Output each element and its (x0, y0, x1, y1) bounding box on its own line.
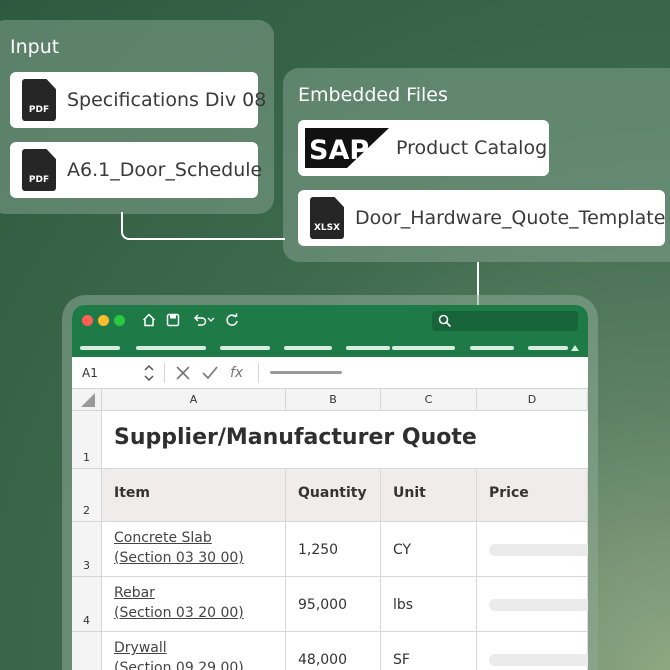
file-card-product-catalog[interactable]: SAP Product Catalog (298, 120, 549, 176)
ribbon-tab[interactable] (136, 346, 206, 350)
name-box[interactable]: A1 (82, 366, 98, 380)
select-all-icon (80, 392, 95, 407)
item-link[interactable]: Drywall (Section 09 29 00) (114, 638, 244, 670)
file-name: Door_Hardware_Quote_Template (355, 207, 666, 229)
column-header-a[interactable]: A (102, 389, 286, 411)
minimize-window-button[interactable] (98, 315, 109, 326)
file-card-specifications[interactable]: PDF Specifications Div 08 (10, 72, 266, 128)
save-icon[interactable] (166, 313, 180, 327)
price-placeholder (489, 654, 588, 666)
quantity-cell[interactable]: 48,000 (286, 632, 381, 670)
svg-text:SAP: SAP (309, 135, 369, 166)
header-cell-unit[interactable]: Unit (381, 469, 477, 522)
file-name: A6.1_Door_Schedule (67, 159, 263, 181)
search-input[interactable] (432, 311, 578, 331)
confirm-formula-icon[interactable] (202, 366, 218, 380)
item-link[interactable]: Concrete Slab (Section 03 30 00) (114, 528, 244, 568)
ribbon-tab[interactable] (470, 346, 514, 350)
divider (164, 363, 165, 383)
column-header-b[interactable]: B (286, 389, 381, 411)
sheet-title-cell[interactable]: Supplier/Manufacturer Quote (102, 411, 588, 469)
row-header-2[interactable]: 2 (72, 469, 102, 522)
collapse-ribbon-icon[interactable] (571, 345, 579, 351)
insert-function-button[interactable]: fx (230, 365, 243, 381)
ribbon-tab[interactable] (346, 346, 390, 350)
unit-cell[interactable]: SF (381, 632, 477, 670)
divider (258, 363, 259, 383)
sheet-title: Supplier/Manufacturer Quote (114, 425, 477, 450)
connector-line (121, 212, 285, 240)
undo-icon[interactable] (192, 313, 216, 327)
pdf-file-icon: PDF (22, 149, 56, 191)
pdf-file-icon: PDF (22, 79, 56, 121)
embedded-files-title: Embedded Files (298, 84, 448, 106)
spreadsheet-window: A1 fx A B C D 1 2 3 4 5 Supplier/Manufac… (72, 305, 588, 670)
price-placeholder (489, 599, 588, 611)
quantity-cell[interactable]: 95,000 (286, 577, 381, 632)
formula-bar: A1 fx (72, 357, 588, 389)
quantity-cell[interactable]: 1,250 (286, 522, 381, 577)
redo-icon[interactable] (225, 313, 239, 327)
price-cell[interactable] (477, 577, 588, 632)
xlsx-file-icon: XLSX (310, 197, 344, 239)
select-all-corner[interactable] (72, 389, 102, 411)
item-cell[interactable]: Drywall (Section 09 29 00) (102, 632, 286, 670)
home-icon[interactable] (142, 313, 156, 327)
name-box-stepper-icon[interactable] (144, 363, 154, 383)
column-header-d[interactable]: D (477, 389, 588, 411)
zoom-window-button[interactable] (114, 315, 125, 326)
price-cell[interactable] (477, 522, 588, 577)
file-card-door-schedule[interactable]: PDF A6.1_Door_Schedule (10, 142, 262, 198)
item-cell[interactable]: Concrete Slab (Section 03 30 00) (102, 522, 286, 577)
row-header-1[interactable]: 1 (72, 411, 102, 469)
header-cell-quantity[interactable]: Quantity (286, 469, 381, 522)
file-card-quote-template[interactable]: XLSX Door_Hardware_Quote_Template (298, 190, 665, 246)
ribbon (72, 305, 588, 357)
item-cell[interactable]: Rebar (Section 03 20 00) (102, 577, 286, 632)
file-name: Product Catalog (396, 137, 548, 159)
ribbon-tab[interactable] (80, 346, 120, 350)
sap-logo-icon: SAP (305, 128, 389, 168)
ribbon-tab[interactable] (392, 346, 455, 350)
price-placeholder (489, 544, 588, 556)
row-header-4[interactable]: 4 (72, 577, 102, 632)
header-cell-item[interactable]: Item (102, 469, 286, 522)
header-cell-price[interactable]: Price (477, 469, 588, 522)
unit-cell[interactable]: CY (381, 522, 477, 577)
unit-cell[interactable]: lbs (381, 577, 477, 632)
sheet-grid: A B C D 1 2 3 4 5 Supplier/Manufacturer … (72, 389, 588, 670)
row-header-5[interactable]: 5 (72, 632, 102, 670)
row-header-3[interactable]: 3 (72, 522, 102, 577)
item-link[interactable]: Rebar (Section 03 20 00) (114, 583, 244, 623)
cancel-formula-icon[interactable] (176, 366, 190, 380)
price-cell[interactable] (477, 632, 588, 670)
formula-input[interactable] (270, 371, 342, 374)
column-header-c[interactable]: C (381, 389, 477, 411)
ribbon-tab[interactable] (528, 346, 568, 350)
ribbon-tab[interactable] (220, 346, 270, 350)
file-name: Specifications Div 08 (67, 89, 267, 111)
close-window-button[interactable] (82, 315, 93, 326)
ribbon-tab[interactable] (284, 346, 332, 350)
input-panel-title: Input (10, 36, 60, 58)
search-icon (438, 314, 452, 328)
